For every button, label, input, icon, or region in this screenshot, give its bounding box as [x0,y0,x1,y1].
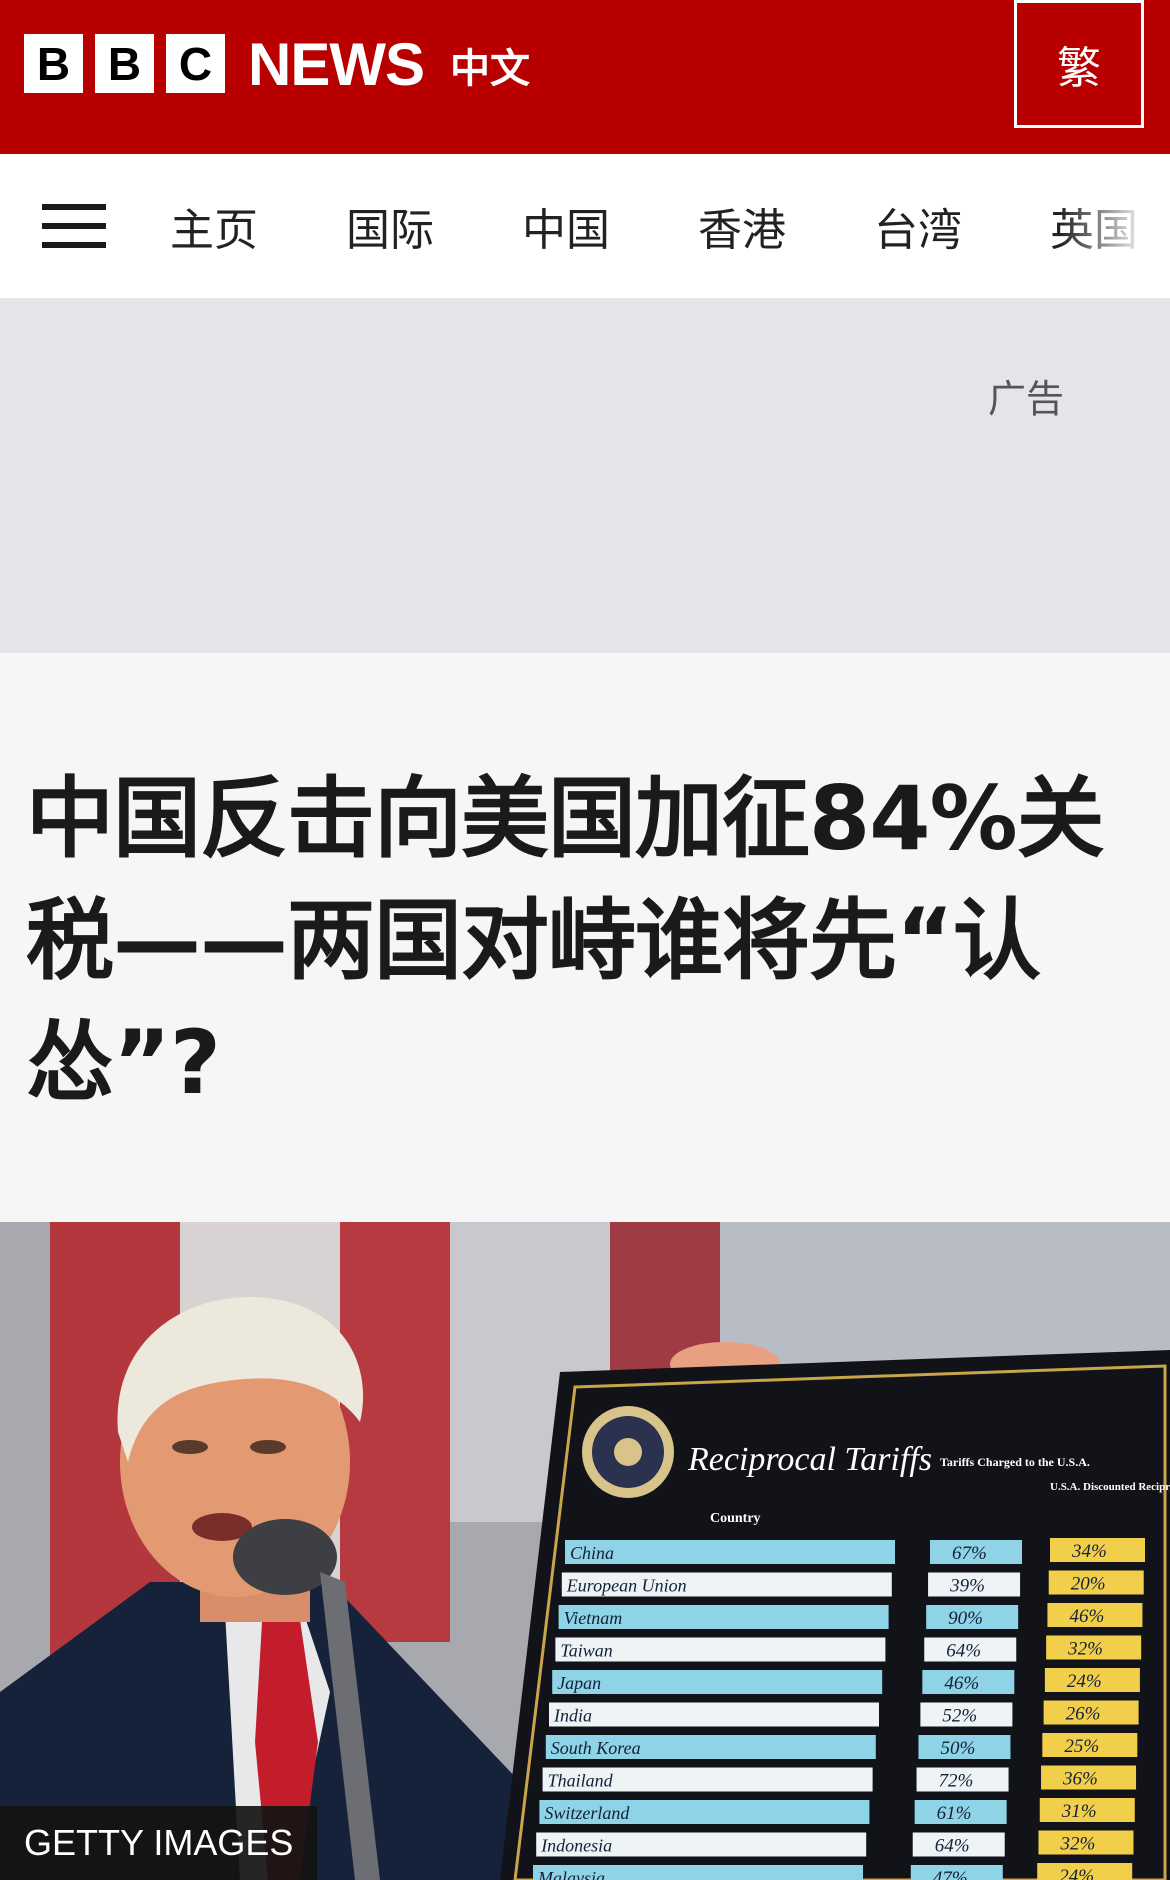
tariff-row: European Union 39% 20% [561,1570,1144,1597]
ad-slot[interactable]: 广告 [0,298,1170,653]
tariff-row: Malaysia 47% 24% [533,1863,1133,1880]
tariff-discounted-value: 24% [1059,1866,1094,1880]
hero-image[interactable]: China 67% 34% European Union 39% 20% Vietnam 90… [0,1222,1170,1880]
board-title: Reciprocal Tariffs [687,1441,932,1478]
bbc-logo[interactable]: B B C [24,34,225,93]
tariff-discounted-value: 26% [1066,1704,1101,1725]
tariff-row: Taiwan 64% 32% [555,1635,1142,1662]
tariff-charged-value: 47% [933,1868,968,1880]
tariff-row: China 67% 34% [565,1538,1145,1564]
nav-item-china[interactable]: 中国 [522,194,610,258]
tariff-country: Japan [557,1673,601,1693]
tariff-row: South Korea 50% 25% [545,1733,1138,1759]
logo-language[interactable]: 中文 [450,36,530,94]
top-header: B B C NEWS 中文 繁 [0,0,1170,154]
logo-letter-b1: B [24,34,83,93]
nav-item-world[interactable]: 国际 [346,194,434,258]
nav-scroll-fade [1060,154,1170,298]
tariff-charged-value: 64% [946,1641,981,1662]
tariff-charged-value: 72% [939,1771,974,1792]
ad-label: 广告 [987,377,1064,421]
section-nav: 主页 国际 中国 香港 台湾 英国 [0,154,1170,298]
tariff-country: India [553,1706,592,1726]
tariff-charged-value: 61% [937,1803,972,1824]
tariff-discounted-value: 34% [1071,1541,1107,1562]
tariff-discounted-value: 24% [1067,1671,1102,1692]
tariff-row: Vietnam 90% 46% [558,1603,1143,1629]
board-col-country: Country [710,1511,761,1526]
tariff-charged-value: 50% [940,1738,975,1759]
tariff-discounted-value: 25% [1064,1736,1099,1757]
tariff-country: Vietnam [564,1608,623,1628]
tariff-country: Taiwan [560,1641,612,1661]
logo-letter-c: C [166,34,225,93]
nav-items: 主页 国际 中国 香港 台湾 英国 [170,154,1170,298]
board-col-discounted: U.S.A. Discounted Reciprocal Tariffs [1050,1481,1170,1493]
tariff-country: South Korea [551,1738,641,1758]
tariff-discounted-value: 46% [1069,1606,1104,1627]
tariff-charged-value: 46% [944,1673,979,1694]
tariff-row: Switzerland 61% 31% [539,1798,1135,1824]
tariff-discounted-value: 31% [1061,1801,1097,1822]
tariff-row: India 52% 26% [549,1700,1139,1727]
tariff-charged-value: 64% [935,1836,970,1857]
image-credit: GETTY IMAGES [0,1806,318,1880]
tariff-country: Switzerland [544,1803,630,1823]
nav-item-hong-kong[interactable]: 香港 [698,194,786,258]
tariff-country: China [570,1543,614,1563]
logo-news[interactable]: NEWS [248,30,425,99]
tariff-row: Thailand 72% 36% [542,1765,1137,1792]
tariff-discounted-value: 20% [1071,1574,1106,1595]
logo-letter-b2: B [95,34,154,93]
tariff-discounted-value: 36% [1062,1769,1098,1790]
tariff-discounted-value: 32% [1067,1639,1103,1660]
nav-item-taiwan[interactable]: 台湾 [874,194,962,258]
tariff-country: Malaysia [537,1868,605,1880]
tariff-country: Thailand [548,1771,614,1791]
hamburger-menu-icon[interactable] [42,204,106,250]
tariff-charged-value: 52% [942,1706,977,1727]
board-col-charged: Tariffs Charged to the U.S.A. [940,1455,1090,1469]
nav-item-home[interactable]: 主页 [170,194,258,258]
tariff-country: European Union [566,1576,687,1596]
article-headline: 中国反击向美国加征84%关税——两国对峙谁将先“认怂”? [26,767,1105,1114]
tariff-row: Japan 46% 24% [552,1668,1140,1694]
tariff-country: Indonesia [540,1836,612,1856]
tariff-discounted-value: 32% [1059,1834,1095,1855]
hero-illustration: China 67% 34% European Union 39% 20% Vietnam 90… [0,1222,1170,1880]
tariff-charged-value: 67% [952,1543,987,1564]
tariff-row: Indonesia 64% 32% [536,1830,1134,1857]
tariff-charged-value: 39% [949,1576,985,1597]
traditional-chinese-toggle-button[interactable]: 繁 [1014,0,1144,128]
tariff-charged-value: 90% [948,1608,983,1629]
